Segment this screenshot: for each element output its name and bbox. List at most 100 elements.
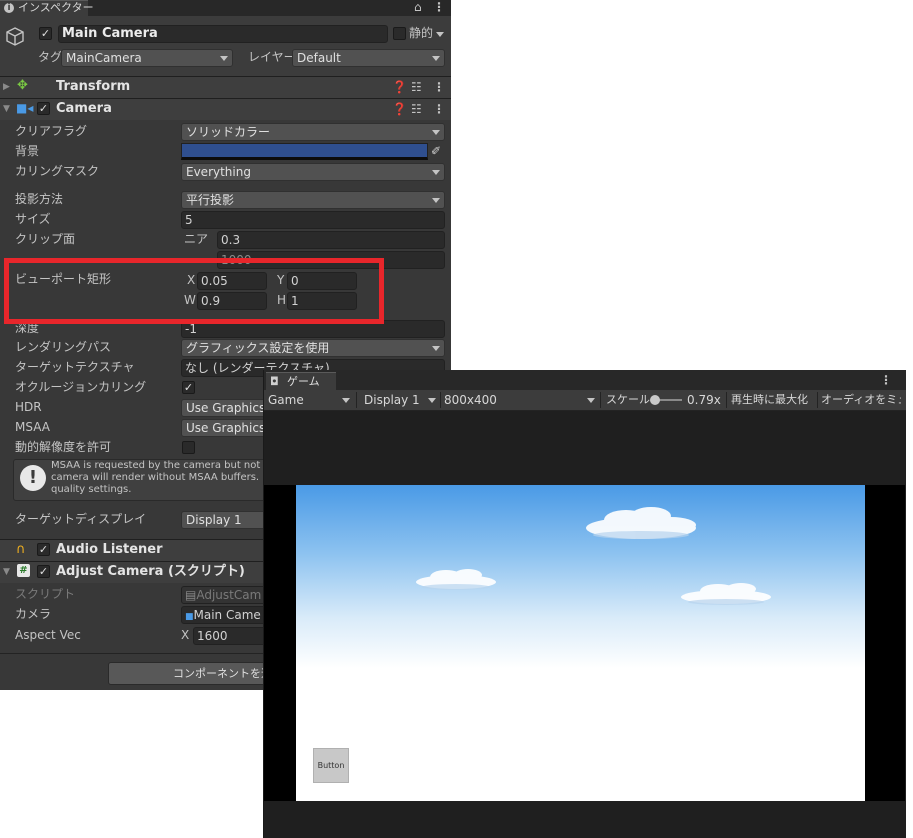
active-checkbox[interactable]: ✓ (39, 27, 52, 40)
clear-flags-arrow (432, 130, 440, 135)
clip-planes-label: クリップ面 (15, 232, 76, 246)
static-dropdown-arrow[interactable] (436, 32, 444, 37)
info-icon: i (4, 3, 14, 13)
lock-icon[interactable]: ⌂ (414, 0, 422, 15)
inspector-tab-label: インスペクター (18, 1, 94, 14)
warning-icon: ! (20, 465, 46, 491)
layer-dropdown[interactable]: Default (292, 49, 445, 67)
toolbar-separator (440, 392, 441, 408)
aspect-x-label: X (181, 628, 190, 642)
tag-dropdown[interactable]: MainCamera (61, 49, 233, 67)
script-value: AdjustCam (196, 588, 262, 602)
presets-icon[interactable]: ☷ (411, 101, 422, 117)
game-tab-label: ゲーム (287, 375, 320, 388)
audio-listener-title: Audio Listener (56, 542, 163, 557)
target-texture-label: ターゲットテクスチャ (15, 360, 135, 374)
resolution-arrow (587, 398, 595, 403)
projection-dropdown[interactable]: 平行投影 (181, 191, 445, 209)
more-vert-icon[interactable]: ⋮ (880, 372, 892, 388)
game-mode-arrow (342, 398, 350, 403)
static-checkbox[interactable] (393, 27, 406, 40)
near-label: ニア (184, 232, 209, 246)
component-menu-icon[interactable]: ⋮ (433, 79, 445, 95)
toolbar-separator (356, 392, 357, 408)
maximize-on-play-toggle[interactable]: 再生時に最大化 (731, 390, 808, 410)
game-tab[interactable]: ◘ ゲーム (266, 372, 336, 390)
background-label: 背景 (15, 144, 40, 158)
camera-title: Camera (56, 101, 112, 116)
culling-mask-dropdown[interactable]: Everything (181, 163, 445, 181)
scale-value: 0.79x (687, 393, 721, 407)
mute-audio-toggle[interactable]: オーディオをミュー (821, 390, 901, 410)
game-toolbar (264, 390, 906, 411)
presets-icon[interactable]: ☷ (411, 79, 422, 95)
projection-label: 投影方法 (15, 192, 64, 206)
scale-slider-thumb[interactable] (650, 395, 660, 405)
script-label: スクリプト (15, 587, 76, 601)
toolbar-separator (600, 392, 601, 408)
game-ui-button[interactable]: Button (313, 748, 349, 783)
warning-text-line3: quality settings. (51, 484, 132, 495)
rendering-path-arrow (432, 346, 440, 351)
camera-enabled-checkbox[interactable]: ✓ (37, 102, 50, 115)
display-dropdown[interactable]: Display 1 (364, 390, 420, 410)
gamepad-icon: ◘ (270, 375, 279, 388)
static-label: 静的 (409, 26, 434, 40)
camera-icon: ■ (185, 612, 194, 622)
foldout-arrow-icon[interactable]: ▼ (3, 564, 10, 580)
rendering-path-label: レンダリングパス (15, 340, 112, 354)
object-name-field[interactable]: Main Camera (58, 25, 388, 43)
help-icon[interactable]: ❓ (392, 101, 407, 117)
eyedropper-icon[interactable]: ✐ (431, 143, 441, 159)
background-color-field[interactable] (181, 143, 428, 160)
hdr-label: HDR (15, 400, 42, 414)
script-file-icon: ▤ (185, 588, 197, 602)
tag-label: タグ (38, 50, 63, 64)
camera-ref-label: カメラ (15, 607, 52, 621)
component-menu-icon[interactable]: ⋮ (433, 101, 445, 117)
game-ui-button-label: Button (317, 761, 345, 770)
camera-icon: ■◂ (16, 101, 34, 115)
rendering-path-dropdown[interactable]: グラフィックス設定を使用 (181, 339, 445, 357)
transform-icon: ✥ (17, 78, 28, 93)
more-vert-icon[interactable]: ⋮ (433, 0, 445, 15)
adjust-camera-checkbox[interactable]: ✓ (37, 565, 50, 578)
near-field[interactable]: 0.3 (217, 231, 445, 249)
culling-mask-label: カリングマスク (15, 164, 100, 178)
layer-dropdown-arrow (432, 56, 440, 61)
size-field[interactable]: 5 (181, 211, 445, 229)
warning-text-line1: MSAA is requested by the camera but not … (51, 460, 270, 471)
clear-flags-label: クリアフラグ (15, 124, 88, 138)
projection-arrow (432, 198, 440, 203)
toolbar-separator (726, 392, 727, 408)
dynamic-resolution-checkbox[interactable] (182, 441, 195, 454)
highlight-rectangle (4, 258, 384, 324)
toolbar-separator (817, 392, 818, 408)
game-viewport: Button (296, 485, 865, 801)
dynamic-resolution-label: 動的解像度を許可 (15, 440, 112, 454)
camera-ref-value: Main Came (193, 608, 261, 622)
help-icon[interactable]: ❓ (392, 79, 407, 95)
msaa-label: MSAA (15, 420, 50, 434)
script-hash-icon: # (17, 564, 30, 577)
occlusion-culling-checkbox[interactable]: ✓ (182, 381, 195, 394)
tag-dropdown-arrow (220, 56, 228, 61)
warning-text-line2: camera will render without MSAA buffers.… (51, 472, 269, 483)
foldout-arrow-icon[interactable]: ▼ (3, 101, 10, 117)
aspect-vec-label: Aspect Vec (15, 628, 81, 642)
foldout-arrow-icon[interactable]: ▶ (3, 79, 10, 95)
layer-label: レイヤー (248, 50, 296, 64)
resolution-dropdown[interactable]: 800x400 (444, 390, 497, 410)
occlusion-culling-label: オクルージョンカリング (15, 380, 147, 394)
clear-flags-dropdown[interactable]: ソリッドカラー (181, 123, 445, 141)
target-display-label: ターゲットディスプレイ (15, 512, 147, 526)
inspector-tab[interactable]: i インスペクター (0, 0, 94, 16)
display-arrow (428, 398, 436, 403)
scale-label: スケール (606, 393, 650, 406)
game-tab-bar (264, 370, 906, 390)
headphones-icon: ∩ (16, 542, 26, 557)
audio-listener-checkbox[interactable]: ✓ (37, 543, 50, 556)
culling-mask-arrow (432, 170, 440, 175)
cube-icon (4, 26, 26, 48)
size-label: サイズ (15, 212, 51, 226)
